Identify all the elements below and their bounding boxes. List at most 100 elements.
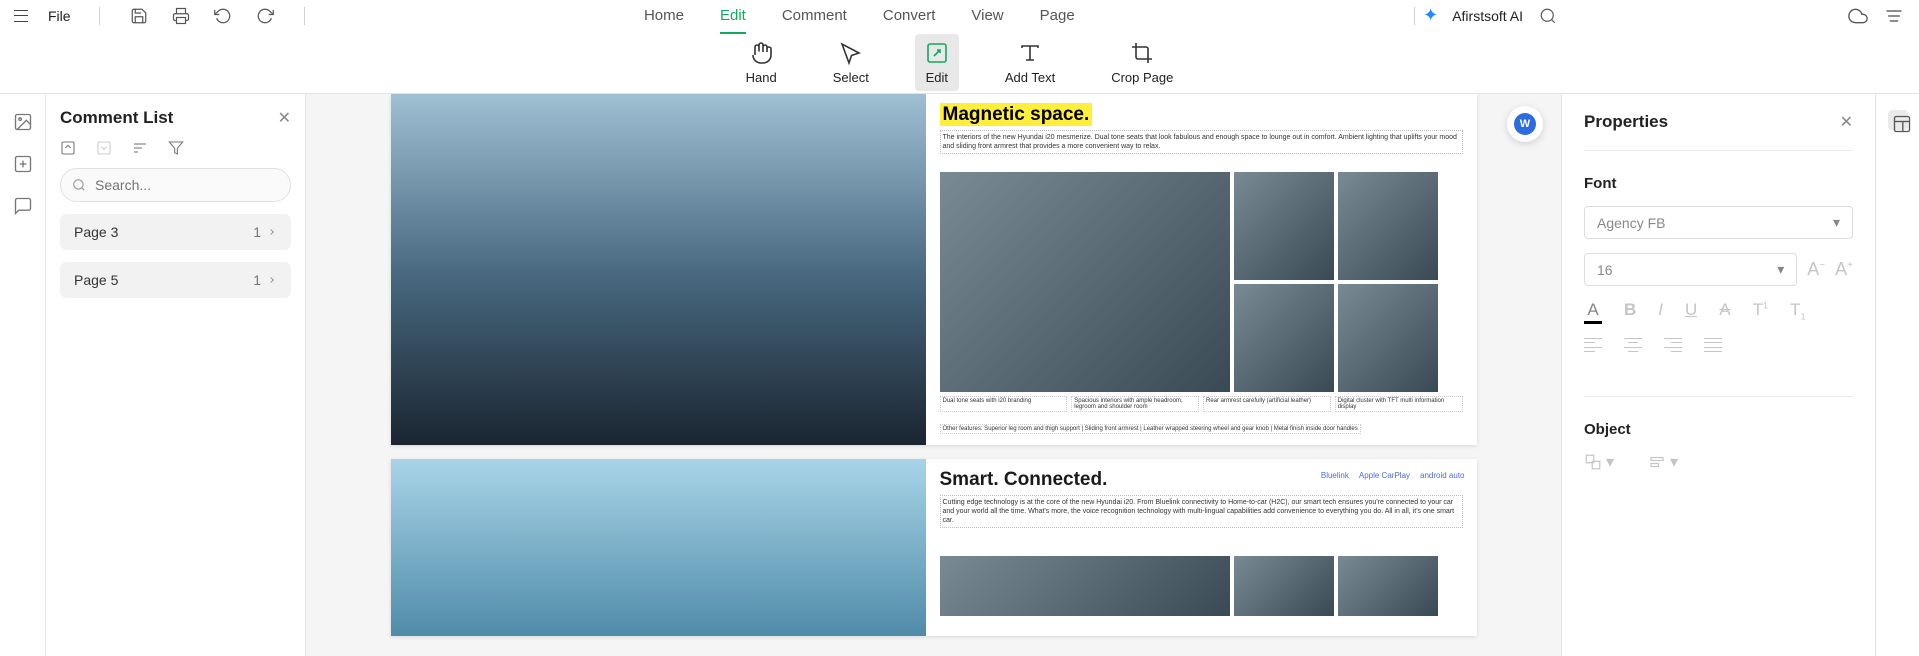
divider [99, 7, 100, 25]
thumbnail-icon[interactable] [13, 112, 33, 132]
tab-edit[interactable]: Edit [720, 1, 746, 30]
undo-icon[interactable] [212, 5, 234, 27]
ai-label[interactable]: Afirstsoft AI [1452, 8, 1523, 24]
tool-label: Hand [746, 70, 777, 85]
expand-icon[interactable] [96, 140, 112, 156]
tab-home[interactable]: Home [644, 1, 684, 30]
tool-crop-page[interactable]: Crop Page [1101, 34, 1183, 91]
close-icon[interactable]: ✕ [1840, 112, 1853, 132]
print-icon[interactable] [170, 5, 192, 27]
document-area[interactable]: W Magnetic space. The interiors of the n… [306, 94, 1561, 656]
panel-toolbar [60, 140, 291, 156]
font-size-value: 16 [1597, 262, 1613, 278]
description-text[interactable]: Cutting edge technology is at the core o… [940, 495, 1463, 528]
align-right-icon[interactable] [1664, 338, 1682, 352]
sort-icon[interactable] [132, 140, 148, 156]
tool-label: Edit [926, 70, 948, 85]
logo-bluelink: Bluelink [1321, 471, 1349, 480]
search-input[interactable] [60, 168, 291, 202]
page-item-5[interactable]: Page 5 1 [60, 262, 291, 298]
thumbnail-grid [940, 172, 1463, 392]
tab-convert[interactable]: Convert [883, 1, 936, 30]
tool-label: Add Text [1005, 70, 1055, 85]
font-size-select[interactable]: 16 ▾ [1584, 253, 1797, 286]
subscript-button[interactable]: T1 [1790, 300, 1805, 324]
increase-size-icon[interactable]: A+ [1835, 259, 1853, 280]
left-rail [0, 94, 46, 656]
file-menu[interactable]: File [48, 8, 71, 24]
collapse-icon[interactable] [60, 140, 76, 156]
divider [1584, 150, 1853, 151]
page-image-exterior [391, 459, 926, 636]
font-family-select[interactable]: Agency FB ▾ [1584, 206, 1853, 239]
translate-icon: W [1514, 113, 1536, 135]
redo-icon[interactable] [254, 5, 276, 27]
thumb-steering [1338, 172, 1438, 280]
search-icon[interactable] [1537, 5, 1559, 27]
bold-button[interactable]: B [1624, 300, 1636, 324]
divider [304, 7, 305, 25]
tab-page[interactable]: Page [1040, 1, 1075, 30]
caption-row: Dual tone seats with i20 branding Spacio… [940, 396, 1463, 412]
tool-select[interactable]: Select [823, 34, 879, 91]
add-text-icon [1018, 40, 1042, 66]
divider [1584, 396, 1853, 397]
thumb [1338, 556, 1438, 616]
caption: Dual tone seats with i20 branding [940, 396, 1068, 412]
cursor-icon [839, 40, 863, 66]
sparkle-icon: ✦ [1423, 5, 1438, 26]
panel-title: Comment List [60, 108, 173, 128]
decrease-size-icon[interactable]: A− [1807, 259, 1825, 280]
logo-carplay: Apple CarPlay [1359, 471, 1410, 480]
tool-edit[interactable]: Edit [915, 34, 959, 91]
layers-icon[interactable] [1883, 5, 1905, 27]
strikethrough-button[interactable]: A [1719, 300, 1730, 324]
page-label: Page 5 [74, 272, 118, 288]
features-text: Other features: Superior leg room and th… [940, 424, 1361, 434]
search-box [60, 168, 291, 202]
menu-icon[interactable] [14, 10, 28, 22]
search-icon [72, 178, 86, 192]
topbar-right: ✦ Afirstsoft AI [1423, 5, 1905, 27]
tab-view[interactable]: View [971, 1, 1003, 30]
arrange-button[interactable]: ▾ [1584, 452, 1614, 472]
edit-icon [925, 40, 949, 66]
page-count: 1 [253, 224, 277, 240]
align-button[interactable]: ▾ [1648, 452, 1678, 472]
close-icon[interactable]: ✕ [278, 108, 291, 128]
description-text[interactable]: The interiors of the new Hyundai i20 mes… [940, 130, 1463, 154]
chevron-down-icon: ▾ [1833, 214, 1840, 231]
logo-row: Bluelink Apple CarPlay android auto [1321, 471, 1465, 480]
underline-button[interactable]: U [1685, 300, 1697, 324]
bookmark-icon[interactable] [13, 154, 33, 174]
font-section-label: Font [1584, 175, 1853, 192]
align-left-icon[interactable] [1584, 338, 1602, 352]
filter-icon[interactable] [168, 140, 184, 156]
properties-rail-icon[interactable] [1888, 110, 1908, 130]
page-item-3[interactable]: Page 3 1 [60, 214, 291, 250]
comment-rail-icon[interactable] [13, 196, 33, 216]
tab-comment[interactable]: Comment [782, 1, 847, 30]
panel-header: Comment List ✕ [60, 108, 291, 128]
tool-label: Select [833, 70, 869, 85]
tool-hand[interactable]: Hand [736, 34, 787, 91]
save-icon[interactable] [128, 5, 150, 27]
thumb-cluster [1338, 284, 1438, 392]
italic-button[interactable]: I [1658, 300, 1663, 324]
tool-add-text[interactable]: Add Text [995, 34, 1065, 91]
thumb-interior [1234, 172, 1334, 280]
divider [1414, 7, 1415, 25]
font-color-button[interactable]: A [1584, 300, 1602, 324]
cloud-icon[interactable] [1847, 5, 1869, 27]
caption: Spacious interiors with ample headroom, … [1071, 396, 1199, 412]
document-page[interactable]: Smart. Connected. Cutting edge technolog… [391, 459, 1477, 636]
translate-badge[interactable]: W [1507, 106, 1543, 142]
highlighted-headline[interactable]: Magnetic space. [940, 103, 1093, 126]
crop-icon [1130, 40, 1154, 66]
align-justify-icon[interactable] [1704, 338, 1722, 352]
align-center-icon[interactable] [1624, 338, 1642, 352]
page-count: 1 [253, 272, 277, 288]
main-tabs: Home Edit Comment Convert View Page [313, 1, 1407, 30]
document-page[interactable]: Magnetic space. The interiors of the new… [391, 94, 1477, 445]
superscript-button[interactable]: T1 [1753, 300, 1768, 324]
